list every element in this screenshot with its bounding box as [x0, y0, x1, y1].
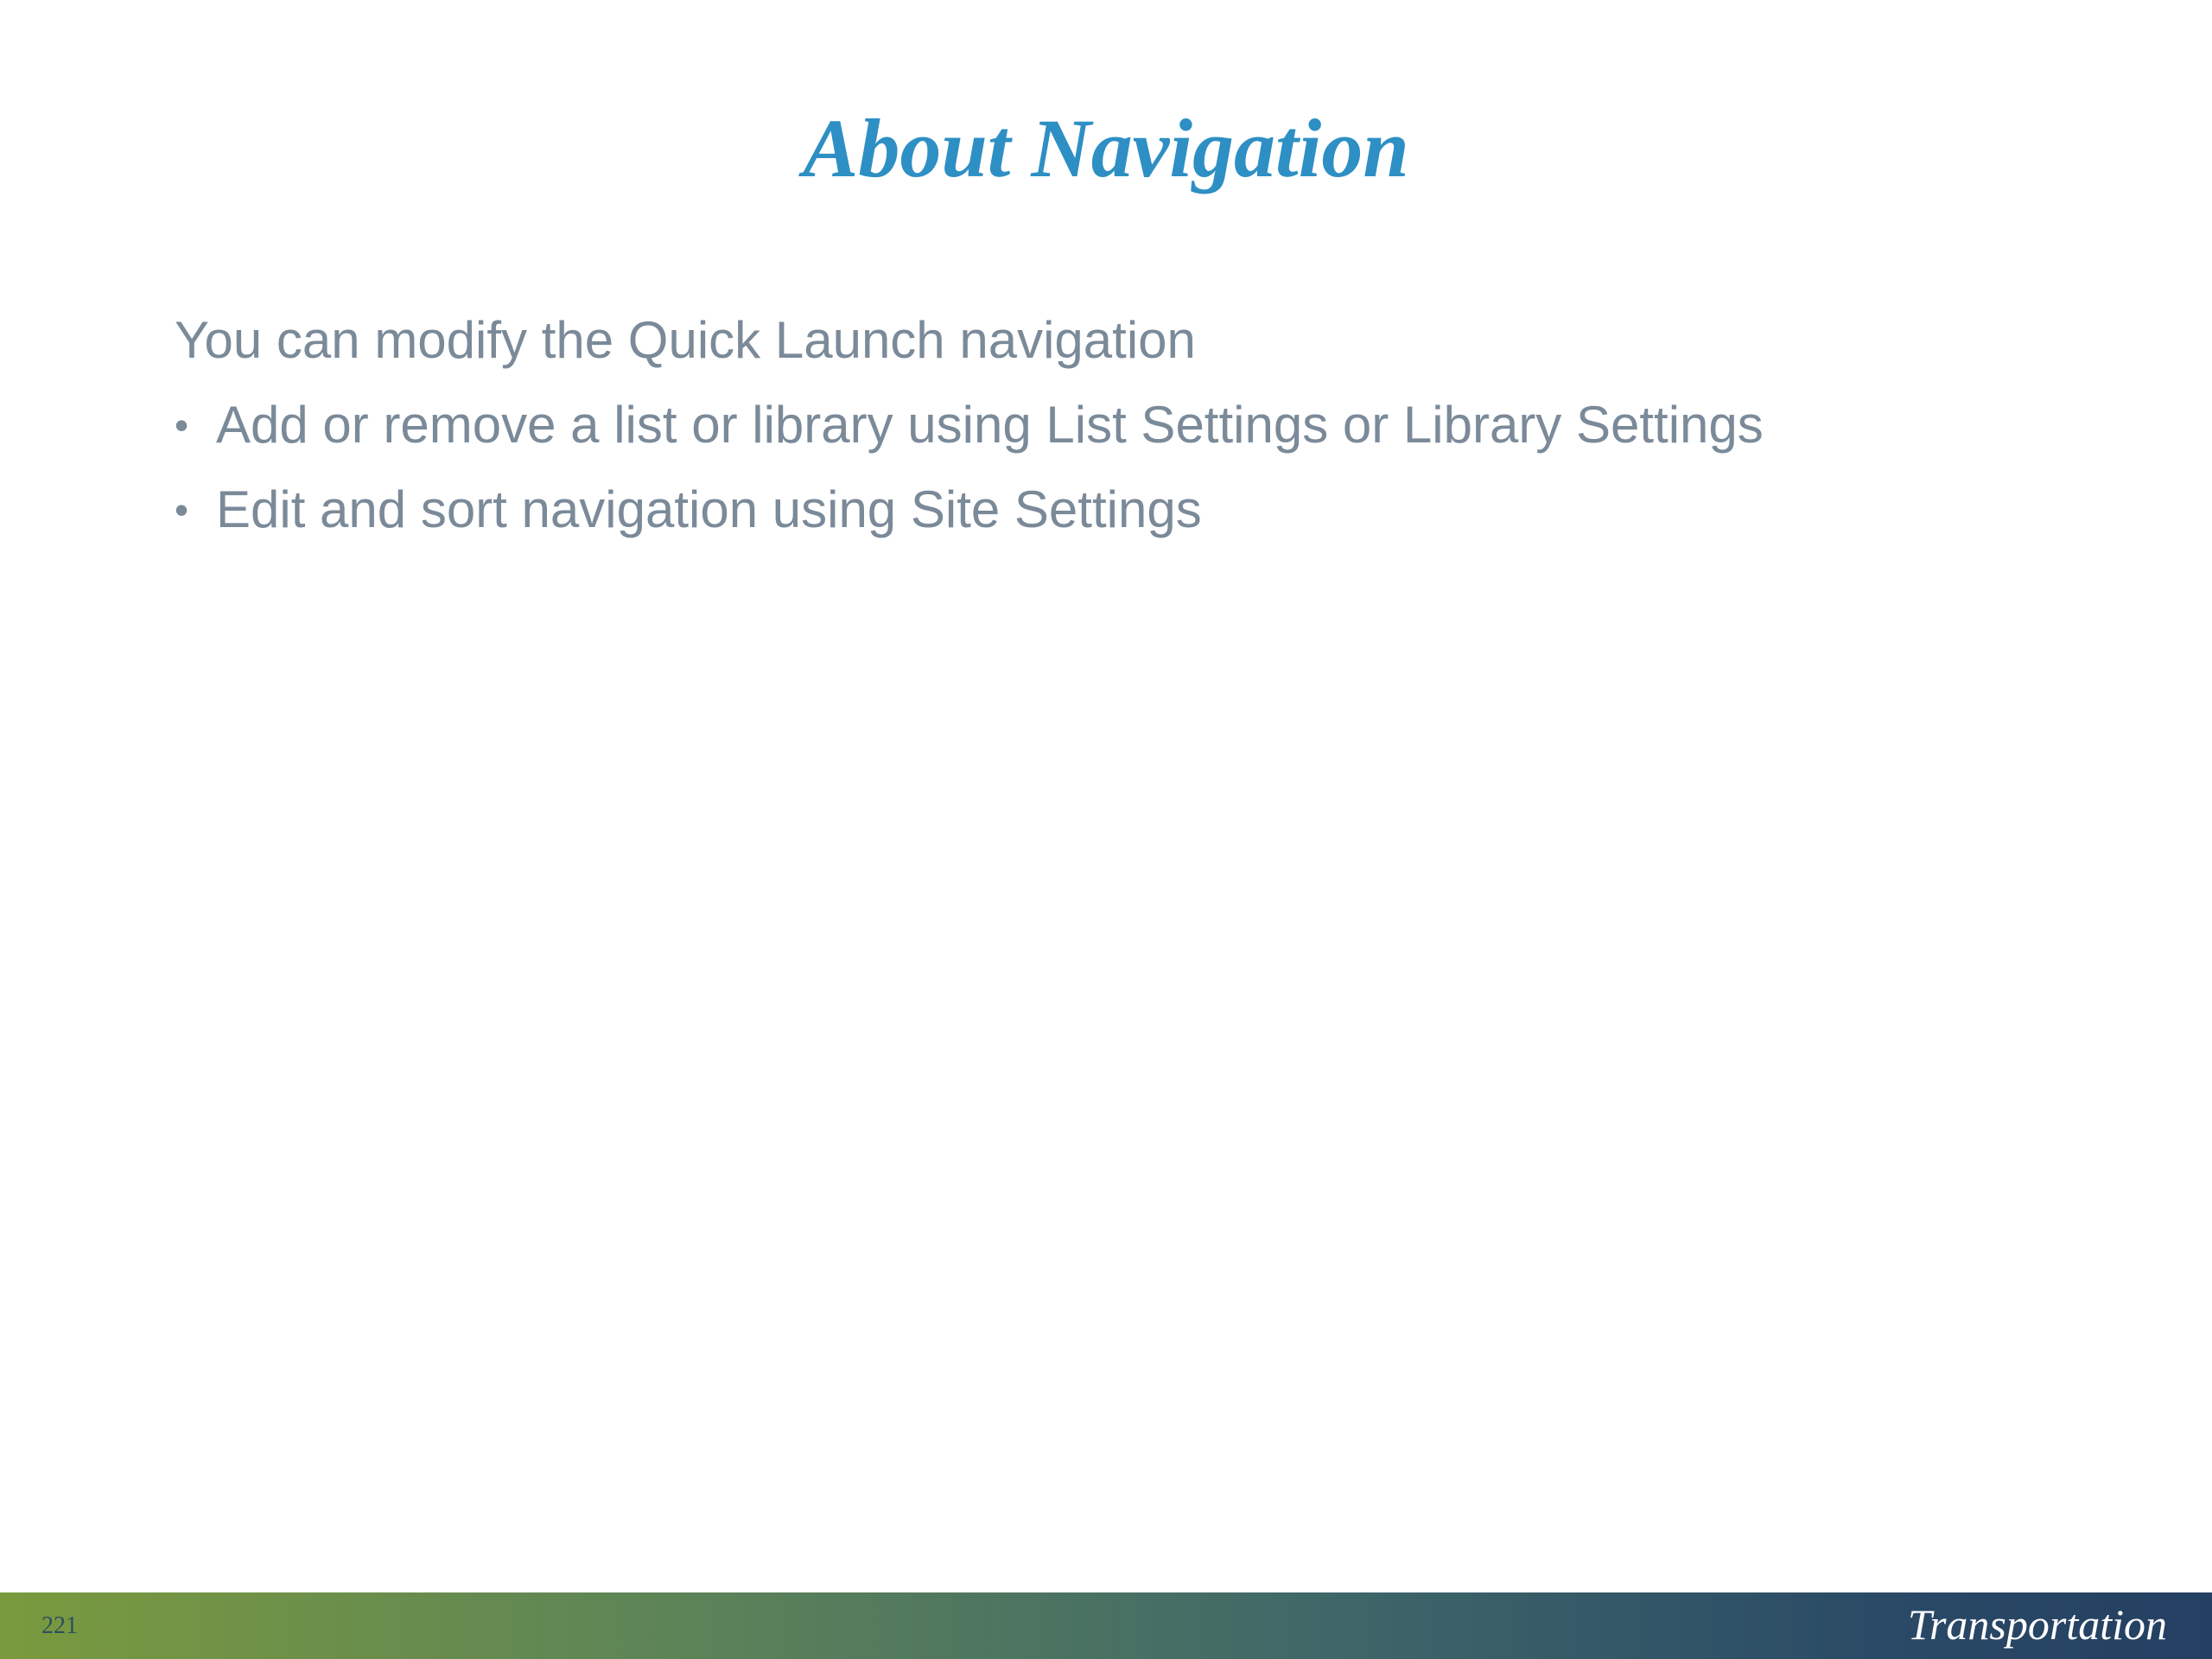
- slide: About Navigation You can modify the Quic…: [0, 0, 2212, 1659]
- list-item: • Add or remove a list or library using …: [175, 383, 2075, 467]
- bullet-icon: •: [175, 403, 189, 448]
- page-number: 221: [41, 1612, 78, 1639]
- slide-body: You can modify the Quick Launch navigati…: [175, 298, 2075, 552]
- bullet-icon: •: [175, 487, 189, 532]
- list-item-text: Edit and sort navigation using Site Sett…: [216, 480, 1202, 538]
- bullet-list: • Add or remove a list or library using …: [175, 383, 2075, 552]
- slide-title: About Navigation: [803, 102, 1409, 194]
- brand-label: Transportation: [1907, 1600, 2167, 1649]
- list-item-text: Add or remove a list or library using Li…: [216, 396, 1764, 454]
- intro-text: You can modify the Quick Launch navigati…: [175, 311, 1196, 369]
- footer-bar: 221 Transportation: [0, 1592, 2212, 1659]
- list-item: • Edit and sort navigation using Site Se…: [175, 467, 2075, 552]
